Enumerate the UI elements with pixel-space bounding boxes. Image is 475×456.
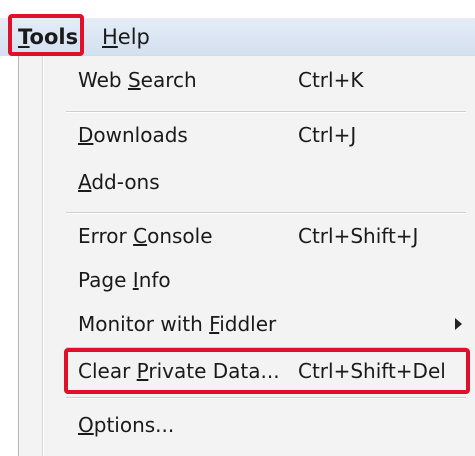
menu-item-page-info[interactable]: Page Info [58, 263, 468, 297]
menu-separator [66, 397, 466, 399]
menu-item-add-ons[interactable]: Add-ons [58, 165, 468, 199]
menu-separator [66, 212, 466, 214]
tools-dropdown-menu [18, 56, 475, 456]
menu-help[interactable]: Help [96, 18, 156, 56]
menu-item-error-console[interactable]: Error Console Ctrl+Shift+J [58, 219, 468, 253]
shortcut-label: Ctrl+K [298, 68, 364, 92]
shortcut-label: Ctrl+J [298, 123, 357, 147]
menu-item-monitor-with-fiddler[interactable]: Monitor with Fiddler [58, 307, 468, 341]
menu-item-downloads[interactable]: Downloads Ctrl+J [58, 118, 468, 152]
menu-icon-gutter [42, 56, 44, 456]
shortcut-label: Ctrl+Shift+J [298, 224, 419, 248]
menu-item-options[interactable]: Options... [58, 408, 468, 442]
menu-separator [66, 111, 466, 113]
clear-private-data-highlight-box [64, 348, 470, 394]
tools-highlight-box [8, 14, 84, 56]
submenu-arrow-icon [455, 318, 462, 330]
menu-item-web-search[interactable]: Web Search Ctrl+K [58, 63, 468, 97]
